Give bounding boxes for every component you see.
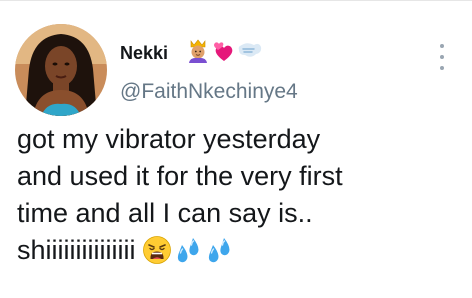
- tweet-text-line: and used it for the very first: [17, 161, 343, 191]
- more-options-dot: [440, 44, 444, 48]
- two-hearts-emoji: [214, 42, 233, 61]
- tweet-text-line: shiiiiiiiiiiiiiii: [17, 232, 467, 269]
- more-options-dot: [440, 66, 444, 70]
- tweet-text-fragment: shiiiiiiiiiiiiiii: [17, 235, 136, 265]
- tweet-text-line: got my vibrator yesterday: [17, 124, 321, 154]
- avatar[interactable]: [15, 24, 107, 116]
- prince-emoji: [189, 39, 207, 63]
- tweet-emoji-group: [142, 235, 234, 265]
- tweet-text-line: time and all I can say is..: [17, 198, 313, 228]
- sweat-droplets-emoji: [208, 238, 229, 263]
- more-options-icon[interactable]: [432, 44, 452, 70]
- author-display-name[interactable]: Nekki: [120, 43, 168, 64]
- tweet-card: Nekki @FaithNkechinye4 got my vibrator y…: [0, 0, 472, 298]
- sweat-droplets-emoji: [177, 238, 198, 263]
- wind-blowing-emoji: [238, 43, 262, 57]
- tweet-text: got my vibrator yesterday and used it fo…: [17, 121, 467, 269]
- weary-face-emoji: [142, 236, 171, 264]
- more-options-dot: [440, 55, 444, 59]
- author-handle[interactable]: @FaithNkechinye4: [120, 80, 298, 104]
- name-emoji-group: [187, 39, 263, 63]
